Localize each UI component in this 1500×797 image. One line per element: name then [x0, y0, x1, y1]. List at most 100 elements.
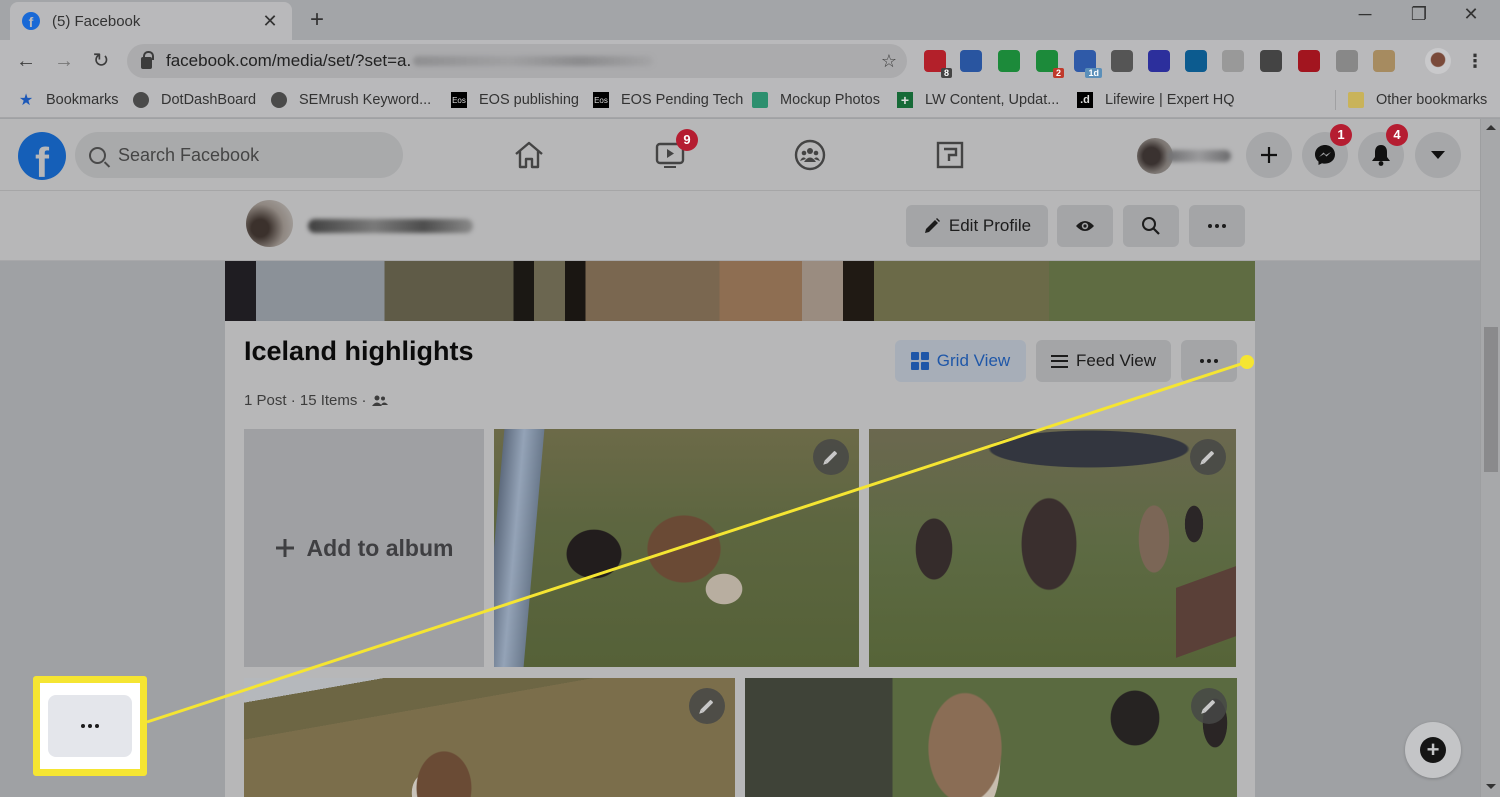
minimize-button[interactable]: ─ — [1342, 4, 1388, 25]
scroll-up-arrow-icon[interactable] — [1486, 125, 1496, 130]
bookmark-lw-content[interactable]: + LW Content, Updat... — [897, 90, 1059, 110]
scroll-down-arrow-icon[interactable] — [1486, 784, 1496, 789]
extension-badge: 8 — [940, 68, 952, 78]
grid-view-tab[interactable]: Grid View — [895, 340, 1026, 382]
profile-chip[interactable] — [1137, 138, 1233, 174]
extension-badge: 1d — [1085, 68, 1102, 78]
bookmark-bookmarks[interactable]: ★ Bookmarks — [18, 90, 119, 110]
bookmarks-bar: ★ Bookmarks DotDashBoard SEMrush Keyword… — [0, 82, 1500, 118]
grammar-extension-icon[interactable]: 2 — [1036, 50, 1064, 78]
bookmark-star-icon[interactable]: ☆ — [881, 51, 897, 72]
evernote-extension-icon[interactable] — [998, 50, 1020, 72]
messenger-button[interactable]: 1 — [1302, 124, 1352, 178]
url-text: facebook.com/media/set/?set=a. — [166, 51, 412, 70]
eye-icon — [1076, 221, 1094, 231]
scrollbar-thumb[interactable] — [1484, 327, 1498, 472]
feed-view-label: Feed View — [1075, 351, 1156, 370]
bookmark-other-bookmarks[interactable]: Other bookmarks — [1348, 90, 1487, 110]
bookmark-eos-publishing[interactable]: Eos EOS publishing — [451, 90, 579, 110]
nav-gaming[interactable] — [930, 135, 970, 175]
view-as-button[interactable] — [1057, 205, 1113, 247]
facebook-favicon-icon: f — [22, 12, 40, 30]
create-button[interactable] — [1246, 132, 1292, 178]
edit-profile-button[interactable]: Edit Profile — [906, 205, 1048, 247]
facebook-logo[interactable]: f — [18, 132, 66, 180]
add-to-album-button[interactable]: Add to album — [244, 429, 484, 667]
calendar-extension-icon[interactable]: 1d — [1074, 50, 1102, 78]
forward-button[interactable]: → — [50, 47, 78, 75]
redacted-url-blur — [413, 56, 654, 66]
notifications-button[interactable]: 4 — [1358, 124, 1408, 178]
lens-extension-icon[interactable] — [1260, 50, 1282, 72]
home-icon — [515, 141, 543, 169]
redacted-profile-name[interactable] — [308, 219, 473, 233]
calculator-extension-icon[interactable] — [1222, 50, 1244, 72]
todoist-extension-icon[interactable]: 8 — [924, 50, 952, 78]
bookmark-lifewire[interactable]: .d Lifewire | Expert HQ — [1077, 90, 1234, 110]
pen-extension-icon[interactable] — [1111, 50, 1133, 72]
bookmark-eos-pending-tech[interactable]: Eos EOS Pending Tech — [593, 90, 743, 110]
album-photo[interactable] — [869, 429, 1236, 667]
nav-groups[interactable] — [790, 135, 830, 175]
facebook-search-input[interactable]: Search Facebook — [75, 132, 403, 178]
bookmark-label: LW Content, Updat... — [925, 92, 1060, 108]
profile-avatar[interactable] — [246, 200, 293, 247]
album-photo[interactable] — [494, 429, 859, 667]
clipboard-extension-icon[interactable] — [1373, 50, 1395, 72]
caret-down-icon — [1431, 151, 1445, 159]
pencil-icon — [1201, 450, 1215, 464]
redacted-profile-name — [1167, 150, 1231, 162]
bookmark-semrush[interactable]: SEMrush Keyword... — [271, 90, 431, 110]
browser-tab-strip: f (5) Facebook ✕ + ─ ❐ ✕ — [0, 0, 1500, 40]
profile-sticky-bar: Edit Profile — [0, 191, 1480, 261]
close-window-button[interactable]: ✕ — [1448, 4, 1494, 25]
album-photo[interactable] — [244, 678, 735, 797]
browser-menu-kebab-icon[interactable]: ⋮ — [1464, 50, 1486, 72]
gaming-icon — [936, 141, 964, 169]
grid-icon — [910, 352, 929, 370]
lock-icon — [141, 51, 154, 69]
account-menu-button[interactable] — [1415, 132, 1461, 178]
album-more-options-button[interactable] — [1181, 340, 1237, 382]
reload-button[interactable]: ↻ — [87, 47, 115, 75]
page-scrollbar[interactable] — [1480, 119, 1500, 797]
pencil-icon — [924, 218, 940, 233]
plus-icon — [275, 539, 294, 557]
cover-photo-strip — [225, 261, 1255, 321]
profile-more-button[interactable] — [1189, 205, 1245, 247]
photo-content — [1176, 566, 1236, 658]
mcafee-extension-icon[interactable] — [1298, 50, 1320, 72]
bookmark-mockup-photos[interactable]: Mockup Photos — [752, 90, 880, 110]
new-tab-button[interactable]: + — [305, 6, 329, 34]
album-photo[interactable] — [745, 678, 1237, 797]
vimeo-extension-icon[interactable] — [1148, 50, 1170, 72]
callout-more-options-button[interactable] — [48, 695, 132, 757]
bookmark-label: EOS publishing — [479, 92, 579, 108]
nav-watch[interactable]: 9 — [650, 129, 698, 175]
album-meta: 1 Post · 15 Items · — [244, 392, 388, 409]
circle-extension-icon[interactable] — [1185, 50, 1207, 72]
browser-profile-avatar[interactable] — [1425, 48, 1451, 74]
callout-highlight-box — [33, 676, 147, 776]
edit-photo-button[interactable] — [1191, 688, 1227, 724]
search-profile-button[interactable] — [1123, 205, 1179, 247]
bookmark-dotdashboard[interactable]: DotDashBoard — [133, 90, 256, 110]
address-bar[interactable]: facebook.com/media/set/?set=a. ☆ — [127, 44, 907, 78]
edit-photo-button[interactable] — [689, 688, 725, 724]
pencil-icon — [700, 699, 714, 713]
sheets-icon: + — [897, 92, 913, 108]
eos-icon: Eos — [451, 92, 467, 108]
edit-photo-button[interactable] — [813, 439, 849, 475]
browser-tab-facebook[interactable]: f (5) Facebook ✕ — [10, 2, 292, 40]
vivaldi-v-extension-icon[interactable] — [960, 50, 982, 72]
feed-view-tab[interactable]: Feed View — [1036, 340, 1171, 382]
nav-home[interactable] — [509, 135, 549, 175]
tab-close-icon[interactable]: ✕ — [260, 11, 280, 32]
friends-audience-icon[interactable] — [371, 395, 388, 407]
back-button[interactable]: ← — [12, 47, 40, 75]
bookmark-label: Lifewire | Expert HQ — [1105, 92, 1235, 108]
edit-photo-button[interactable] — [1190, 439, 1226, 475]
abp-extension-icon[interactable] — [1336, 50, 1358, 72]
new-message-button[interactable]: + — [1405, 722, 1461, 778]
restore-button[interactable]: ❐ — [1396, 4, 1442, 25]
